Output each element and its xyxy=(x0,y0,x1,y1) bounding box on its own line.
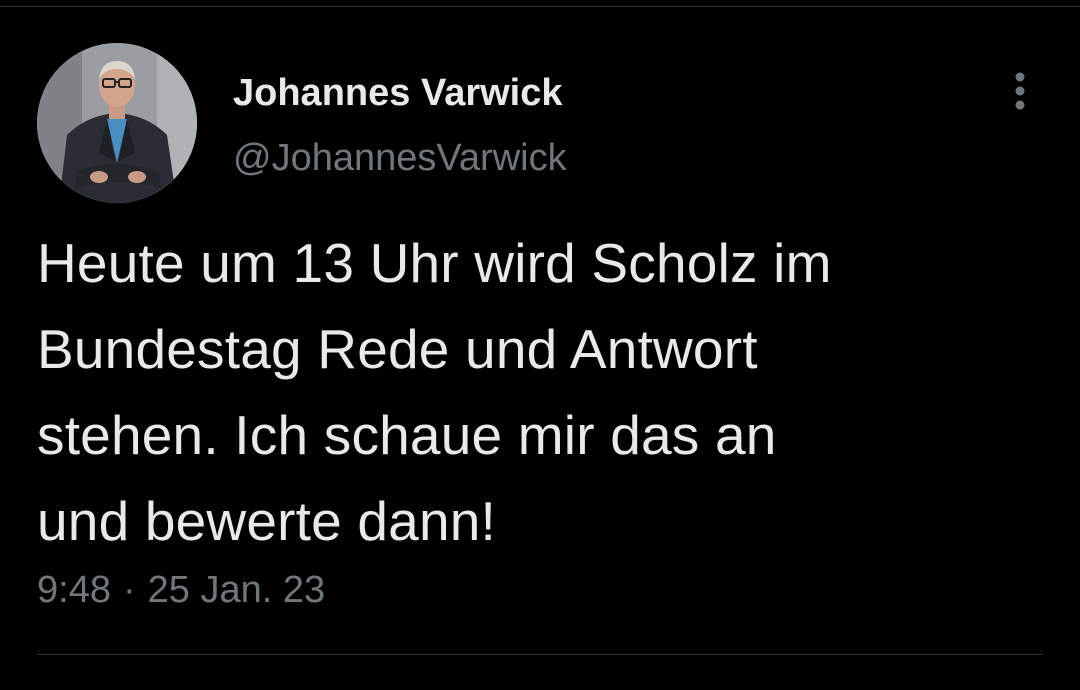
avatar[interactable] xyxy=(37,43,197,203)
top-divider xyxy=(0,6,1080,7)
tweet-text: Heute um 13 Uhr wird Scholz im Bundestag… xyxy=(37,220,1047,564)
tweet-text-line: und bewerte dann! xyxy=(37,490,497,552)
author-display-name[interactable]: Johannes Varwick xyxy=(233,70,563,116)
tweet-timestamp[interactable]: 9:48 · 25 Jan. 23 xyxy=(37,567,325,613)
meta-separator: · xyxy=(122,569,136,611)
more-options-button[interactable] xyxy=(1000,66,1040,116)
tweet-text-line: Heute um 13 Uhr wird Scholz im xyxy=(37,232,832,294)
tweet-text-line: stehen. Ich schaue mir das an xyxy=(37,404,777,466)
tweet-time: 9:48 xyxy=(37,569,111,611)
author-handle[interactable]: @JohannesVarwick xyxy=(233,135,567,181)
more-vertical-icon xyxy=(1015,72,1025,110)
profile-photo-icon xyxy=(37,43,197,203)
bottom-divider xyxy=(37,654,1043,655)
tweet-text-line: Bundestag Rede und Antwort xyxy=(37,318,758,380)
tweet-date: 25 Jan. 23 xyxy=(147,569,326,611)
